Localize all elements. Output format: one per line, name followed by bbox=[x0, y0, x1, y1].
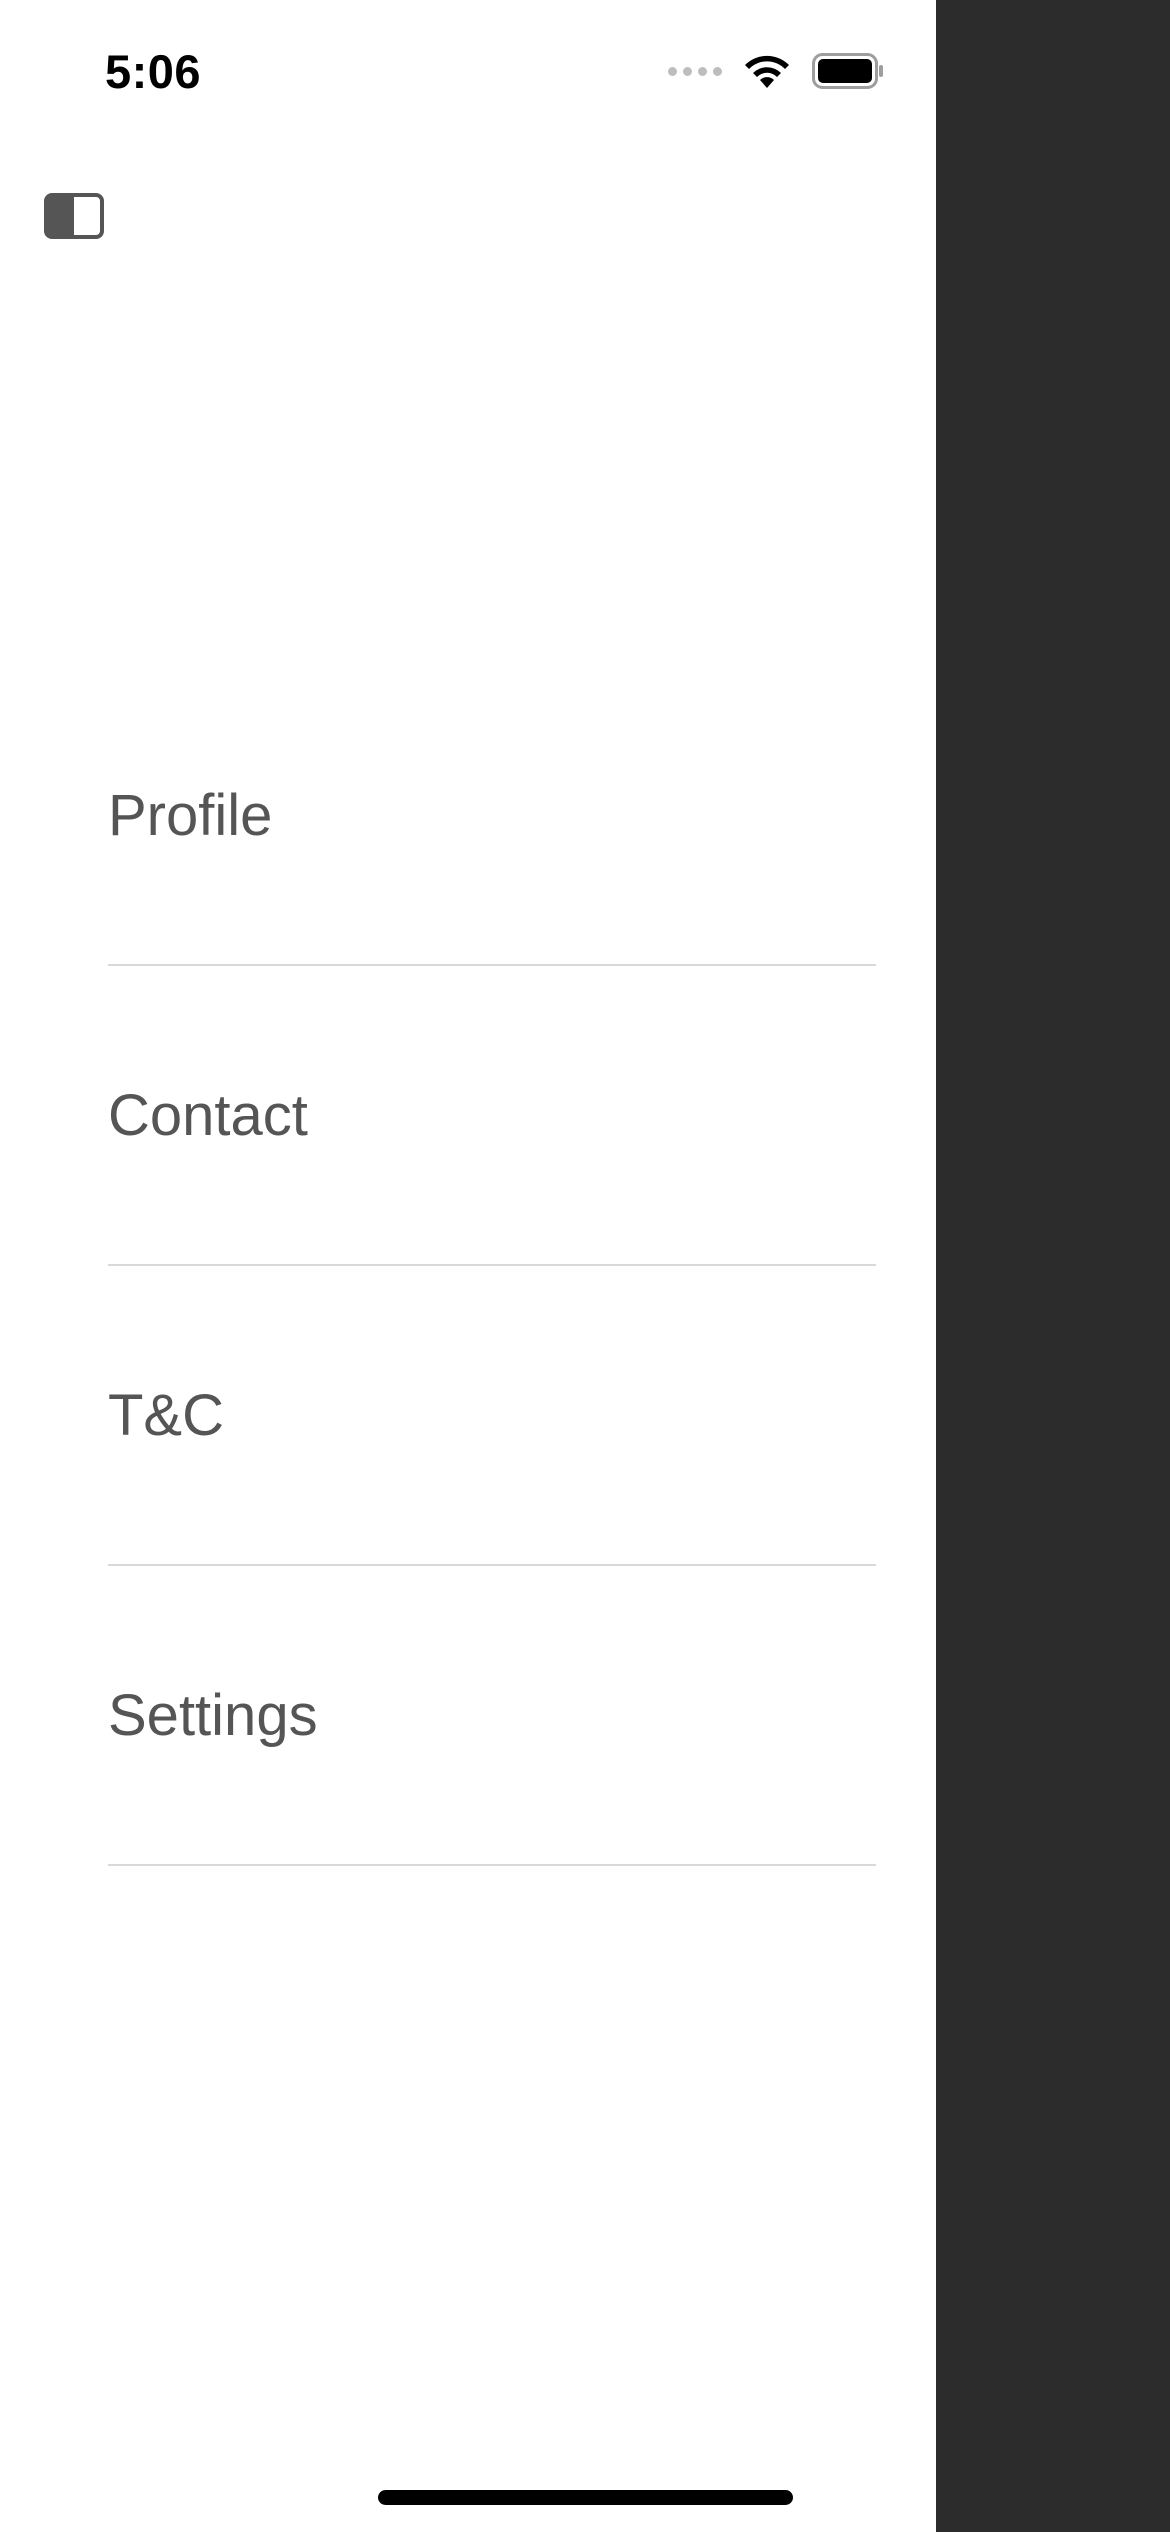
menu-item-label: T&C bbox=[108, 1383, 224, 1448]
wifi-icon bbox=[745, 55, 789, 88]
menu-item-contact[interactable]: Contact bbox=[108, 966, 876, 1266]
cellular-signal-icon bbox=[668, 66, 722, 76]
menu-item-label: Profile bbox=[108, 783, 273, 848]
side-drawer: 5:06 Profile Contact T&C Settings bbox=[0, 0, 936, 2532]
menu-item-label: Settings bbox=[108, 1683, 318, 1748]
drawer-menu: Profile Contact T&C Settings bbox=[108, 666, 876, 1866]
menu-item-profile[interactable]: Profile bbox=[108, 666, 876, 966]
sidebar-toggle-button[interactable] bbox=[44, 193, 104, 239]
sidebar-left-icon bbox=[44, 193, 104, 239]
home-indicator[interactable] bbox=[378, 2490, 793, 2505]
menu-item-settings[interactable]: Settings bbox=[108, 1566, 876, 1866]
menu-item-terms[interactable]: T&C bbox=[108, 1266, 876, 1566]
menu-item-label: Contact bbox=[108, 1083, 308, 1148]
status-indicators bbox=[668, 52, 884, 90]
dimmed-overlay[interactable] bbox=[936, 0, 1170, 2532]
battery-icon bbox=[812, 53, 883, 89]
status-time: 5:06 bbox=[105, 45, 202, 98]
